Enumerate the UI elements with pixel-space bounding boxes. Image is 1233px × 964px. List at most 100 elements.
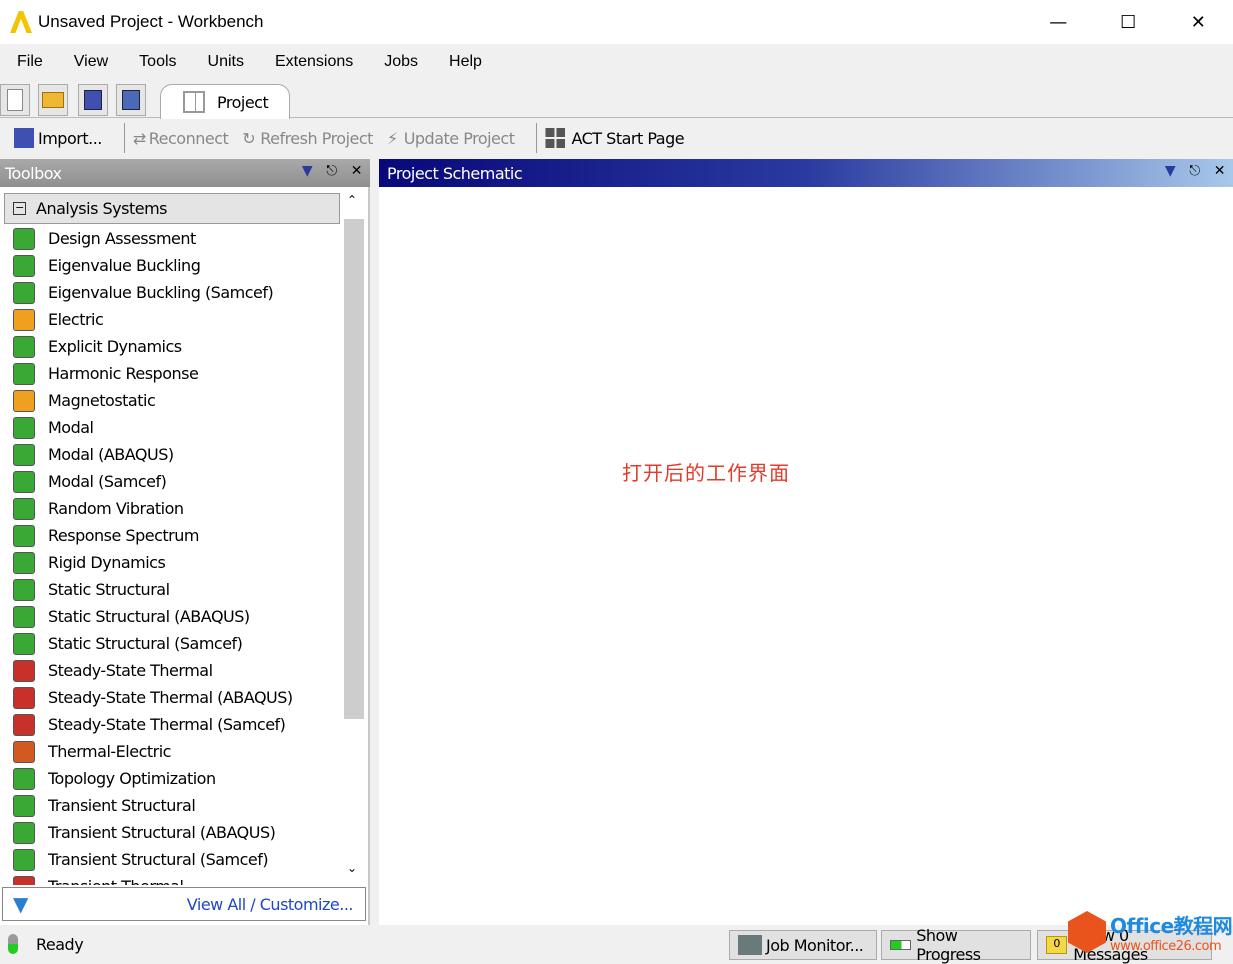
- show-progress-button[interactable]: Show Progress: [881, 926, 1031, 964]
- toolbox-item[interactable]: Random Vibration: [0, 495, 342, 522]
- import-label: Import...: [38, 128, 102, 148]
- tab-project[interactable]: Project: [160, 84, 290, 119]
- analysis-system-icon: [13, 875, 35, 885]
- analysis-system-icon: [13, 578, 35, 601]
- toolbox-item[interactable]: Eigenvalue Buckling (Samcef): [0, 279, 342, 306]
- analysis-system-icon: [13, 389, 35, 412]
- act-start-page-button[interactable]: ACT Start Page: [545, 128, 685, 148]
- pin-icon[interactable]: ⎋: [326, 163, 337, 179]
- job-monitor-icon: [738, 935, 762, 955]
- menu-view[interactable]: View: [57, 53, 122, 71]
- toolbox-item[interactable]: Transient Thermal: [0, 873, 342, 885]
- toolbox-item[interactable]: Transient Structural: [0, 792, 342, 819]
- toolbox-item[interactable]: Response Spectrum: [0, 522, 342, 549]
- toolbox-item[interactable]: Explicit Dynamics: [0, 333, 342, 360]
- collapse-icon[interactable]: −: [13, 202, 26, 215]
- schematic-header: Project Schematic ▼ ⎋ ✕: [379, 159, 1233, 187]
- toolbox-item[interactable]: Transient Structural (ABAQUS): [0, 819, 342, 846]
- analysis-system-icon: [13, 740, 35, 763]
- toolbox-item-label: Thermal-Electric: [48, 742, 171, 761]
- toolbox-item[interactable]: Thermal-Electric: [0, 738, 342, 765]
- group-label: Analysis Systems: [36, 199, 168, 218]
- toolbox-item[interactable]: Transient Structural (Samcef): [0, 846, 342, 873]
- close-button[interactable]: ✕: [1163, 0, 1233, 44]
- menu-extensions[interactable]: Extensions: [258, 53, 367, 71]
- toolbox-item-label: Rigid Dynamics: [48, 553, 166, 572]
- maximize-button[interactable]: ☐: [1093, 0, 1163, 44]
- analysis-system-icon: [13, 794, 35, 817]
- toolbox-item-label: Eigenvalue Buckling (Samcef): [48, 283, 274, 302]
- toolbox-item-label: Magnetostatic: [48, 391, 156, 410]
- progress-icon: [890, 940, 912, 950]
- group-analysis-systems[interactable]: − Analysis Systems: [4, 193, 340, 224]
- toolbox-item[interactable]: Modal (ABAQUS): [0, 441, 342, 468]
- watermark-url: www.office26.com: [1110, 939, 1222, 954]
- analysis-system-icon: [13, 821, 35, 844]
- toolbox-item[interactable]: Static Structural (ABAQUS): [0, 603, 342, 630]
- analysis-system-icon: [13, 632, 35, 655]
- scroll-down-icon[interactable]: ⌄: [347, 861, 357, 875]
- scroll-up-icon[interactable]: ⌃: [347, 193, 357, 207]
- menu-units[interactable]: Units: [191, 53, 258, 71]
- toolbox-item[interactable]: Design Assessment: [0, 225, 342, 252]
- toolbox-item-label: Transient Structural (Samcef): [48, 850, 269, 869]
- refresh-project-button[interactable]: ↻ Refresh Project: [242, 129, 373, 148]
- toolbox-item[interactable]: Eigenvalue Buckling: [0, 252, 342, 279]
- toolbox-item-label: Harmonic Response: [48, 364, 199, 383]
- toolbox-item[interactable]: Steady-State Thermal: [0, 657, 342, 684]
- open-button[interactable]: [38, 84, 68, 116]
- analysis-system-icon: [13, 470, 35, 493]
- toolbox-item-label: Modal (ABAQUS): [48, 445, 174, 464]
- toolbox-item[interactable]: Magnetostatic: [0, 387, 342, 414]
- toolbox-item-label: Transient Thermal: [48, 877, 184, 885]
- menu-help[interactable]: Help: [432, 53, 496, 71]
- analysis-system-icon: [13, 335, 35, 358]
- analysis-system-icon: [13, 551, 35, 574]
- dropdown-icon[interactable]: ▼: [302, 163, 313, 179]
- filter-icon[interactable]: ▼: [13, 892, 28, 916]
- toolbox-item-label: Response Spectrum: [48, 526, 199, 545]
- menu-tools[interactable]: Tools: [122, 53, 190, 71]
- pin-icon[interactable]: ⎋: [1189, 163, 1200, 179]
- toolbox-item[interactable]: Modal (Samcef): [0, 468, 342, 495]
- tab-project-label: Project: [217, 92, 269, 112]
- save-button[interactable]: [78, 84, 108, 116]
- view-all-customize-link[interactable]: View All / Customize...: [187, 895, 354, 914]
- new-button[interactable]: [0, 84, 30, 116]
- ansys-logo-icon: [10, 11, 32, 33]
- analysis-system-icon: [13, 308, 35, 331]
- toolbox-item-label: Topology Optimization: [48, 769, 216, 788]
- toolbox-item[interactable]: Static Structural (Samcef): [0, 630, 342, 657]
- close-icon[interactable]: ✕: [351, 163, 363, 179]
- status-text: Ready: [36, 934, 84, 954]
- toolbox-item[interactable]: Electric: [0, 306, 342, 333]
- minimize-button[interactable]: —: [1023, 0, 1093, 44]
- scroll-thumb[interactable]: [344, 219, 364, 719]
- toolbox-item-label: Random Vibration: [48, 499, 184, 518]
- act-label: ACT Start Page: [571, 128, 685, 148]
- menu-jobs[interactable]: Jobs: [367, 53, 432, 71]
- save-as-button[interactable]: [116, 84, 146, 116]
- dropdown-icon[interactable]: ▼: [1165, 163, 1176, 179]
- project-schematic-canvas[interactable]: 打开后的工作界面: [379, 187, 1233, 925]
- toolbox-scrollbar[interactable]: ⌃ ⌄: [343, 193, 365, 883]
- message-icon: 0: [1046, 936, 1068, 954]
- toolbox-item[interactable]: Steady-State Thermal (ABAQUS): [0, 684, 342, 711]
- job-monitor-button[interactable]: Job Monitor...: [729, 930, 877, 960]
- close-icon[interactable]: ✕: [1214, 163, 1226, 179]
- menu-file[interactable]: File: [0, 53, 57, 71]
- main-toolbar: Project: [0, 82, 1233, 119]
- toolbox-item[interactable]: Static Structural: [0, 576, 342, 603]
- toolbox-item[interactable]: Steady-State Thermal (Samcef): [0, 711, 342, 738]
- reconnect-button[interactable]: ⇄ Reconnect: [133, 129, 229, 148]
- toolbox-item[interactable]: Rigid Dynamics: [0, 549, 342, 576]
- annotation-text: 打开后的工作界面: [622, 461, 790, 485]
- import-button[interactable]: Import...: [14, 128, 102, 148]
- toolbox-item-label: Steady-State Thermal (Samcef): [48, 715, 286, 734]
- analysis-system-icon: [13, 524, 35, 547]
- project-toolbar: Import... ⇄ Reconnect ↻ Refresh Project ⚡ U…: [0, 119, 1233, 157]
- toolbox-item[interactable]: Harmonic Response: [0, 360, 342, 387]
- toolbox-item[interactable]: Modal: [0, 414, 342, 441]
- update-project-button[interactable]: ⚡ Update Project: [387, 129, 515, 148]
- toolbox-item[interactable]: Topology Optimization: [0, 765, 342, 792]
